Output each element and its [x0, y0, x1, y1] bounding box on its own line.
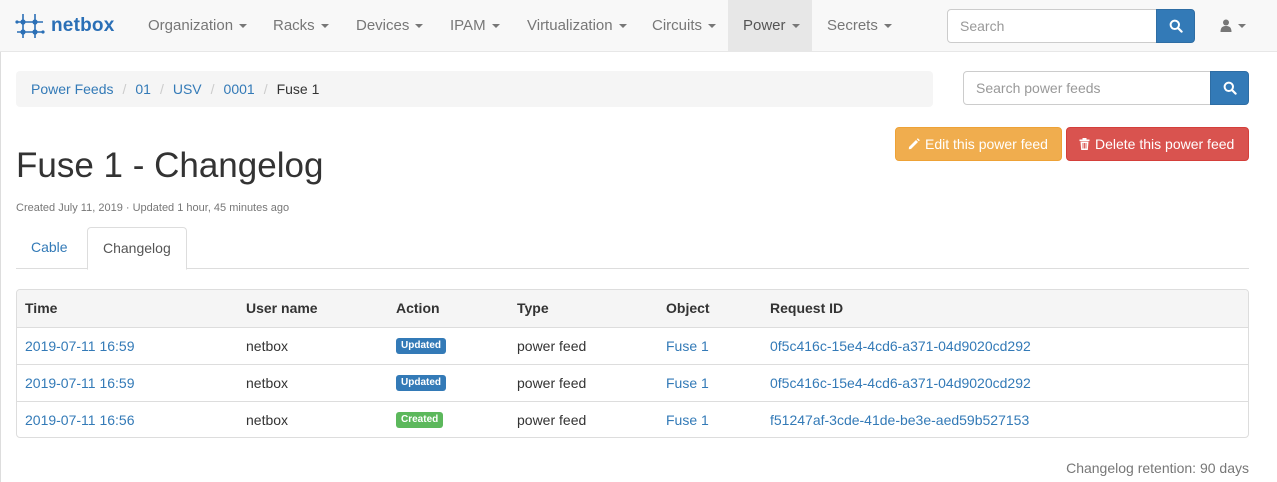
breadcrumb-panel[interactable]: USV — [173, 81, 202, 97]
table-header-row: Time User name Action Type Object Reques… — [17, 290, 1248, 328]
user-name-cell: netbox — [238, 400, 388, 437]
breadcrumb-separator: / — [210, 81, 215, 97]
object-tabs: Cable Changelog — [16, 227, 1249, 270]
object-link[interactable]: Fuse 1 — [666, 338, 709, 354]
action-badge: Updated — [396, 375, 446, 392]
breadcrumb-rack[interactable]: 0001 — [224, 81, 255, 97]
top-navbar: netbox Organization Racks Devices IPAM V… — [0, 0, 1277, 52]
delete-button-label: Delete this power feed — [1095, 136, 1235, 152]
breadcrumb-separator: / — [159, 81, 164, 97]
table-row: 2019-07-11 16:59 netbox Updated power fe… — [17, 363, 1248, 401]
nav-devices[interactable]: Devices — [341, 0, 438, 51]
change-time-link[interactable]: 2019-07-11 16:59 — [25, 338, 135, 354]
breadcrumb-current: Fuse 1 — [276, 81, 320, 97]
column-header-user: User name — [238, 290, 388, 328]
power-feed-search-input[interactable] — [963, 71, 1211, 105]
global-search-input[interactable] — [947, 9, 1157, 43]
object-type-cell: power feed — [509, 400, 658, 437]
netbox-logo-icon — [15, 14, 45, 38]
nav-label: IPAM — [450, 17, 486, 34]
delete-power-feed-button[interactable]: Delete this power feed — [1066, 127, 1249, 161]
changelog-table: Time User name Action Type Object Reques… — [17, 290, 1248, 437]
changelog-retention-note: Changelog retention: 90 days — [1066, 460, 1249, 476]
object-type-cell: power feed — [509, 363, 658, 401]
caret-down-icon — [791, 24, 800, 29]
caret-down-icon — [708, 24, 717, 29]
user-name-cell: netbox — [238, 363, 388, 401]
created-updated-meta: Created July 11, 2019 · Updated 1 hour, … — [16, 202, 290, 214]
object-link[interactable]: Fuse 1 — [666, 412, 709, 428]
nav-label: Circuits — [652, 17, 703, 34]
caret-down-icon — [618, 24, 627, 29]
power-feed-search — [963, 71, 1249, 105]
request-id-link[interactable]: f51247af-3cde-41de-be3e-aed59b527153 — [770, 412, 1029, 428]
object-type-cell: power feed — [517, 337, 587, 354]
column-header-type: Type — [509, 290, 658, 328]
nav-organization[interactable]: Organization — [133, 0, 262, 51]
action-badge: Updated — [396, 338, 446, 355]
breadcrumb-power-feeds[interactable]: Power Feeds — [31, 81, 113, 97]
nav-racks[interactable]: Racks — [258, 0, 344, 51]
column-header-time: Time — [17, 290, 238, 328]
tab-changelog[interactable]: Changelog — [87, 227, 187, 270]
nav-label: Secrets — [827, 17, 878, 34]
column-header-request-id: Request ID — [762, 290, 1248, 328]
pencil-icon — [908, 138, 920, 150]
column-header-action: Action — [388, 290, 509, 328]
breadcrumb: Power Feeds / 01 / USV / 0001 / Fuse 1 — [16, 71, 933, 107]
search-icon — [1223, 81, 1237, 95]
caret-down-icon — [320, 24, 329, 29]
caret-down-icon — [415, 24, 424, 29]
nav-secrets[interactable]: Secrets — [812, 0, 907, 51]
tab-cable[interactable]: Cable — [16, 227, 83, 269]
object-link[interactable]: Fuse 1 — [666, 375, 709, 391]
user-menu[interactable] — [1220, 0, 1246, 51]
breadcrumb-site[interactable]: 01 — [135, 81, 151, 97]
caret-down-icon — [491, 24, 500, 29]
edit-power-feed-button[interactable]: Edit this power feed — [895, 127, 1062, 161]
brand-name: netbox — [51, 15, 115, 36]
user-icon — [1220, 19, 1232, 32]
global-search-button[interactable] — [1156, 9, 1195, 43]
request-id-link[interactable]: 0f5c416c-15e4-4cd6-a371-04d9020cd292 — [770, 338, 1031, 354]
nav-circuits[interactable]: Circuits — [637, 0, 731, 51]
change-time-link[interactable]: 2019-07-11 16:59 — [25, 375, 135, 391]
brand-logo[interactable]: netbox — [14, 12, 114, 40]
breadcrumb-separator: / — [263, 81, 268, 97]
column-header-object: Object — [658, 290, 762, 328]
breadcrumb-separator: / — [122, 81, 127, 97]
nav-ipam[interactable]: IPAM — [435, 0, 515, 51]
nav-label: Devices — [356, 17, 410, 34]
nav-label: Power — [743, 17, 786, 34]
nav-power[interactable]: Power — [728, 0, 812, 51]
table-row: 2019-07-11 16:59 netbox Updated power fe… — [17, 327, 1248, 364]
search-icon — [1169, 19, 1183, 33]
caret-down-icon — [883, 24, 892, 29]
user-name-cell: netbox — [246, 337, 289, 354]
global-search — [947, 9, 1195, 43]
trash-icon — [1079, 138, 1090, 150]
caret-down-icon — [1238, 23, 1246, 28]
caret-down-icon — [239, 24, 248, 29]
power-feed-search-button[interactable] — [1210, 71, 1249, 105]
nav-label: Virtualization — [527, 17, 613, 34]
table-row: 2019-07-11 16:56 netbox Created power fe… — [17, 400, 1248, 437]
nav-label: Organization — [148, 17, 234, 34]
page-border — [0, 52, 1, 482]
action-badge: Created — [396, 412, 444, 429]
edit-button-label: Edit this power feed — [925, 136, 1048, 152]
change-time-link[interactable]: 2019-07-11 16:56 — [25, 412, 135, 428]
nav-label: Racks — [273, 17, 315, 34]
request-id-link[interactable]: 0f5c416c-15e4-4cd6-a371-04d9020cd292 — [770, 375, 1031, 391]
page-title: Fuse 1 - Changelog — [16, 146, 324, 185]
changelog-panel: Time User name Action Type Object Reques… — [16, 289, 1249, 438]
nav-virtualization[interactable]: Virtualization — [512, 0, 642, 51]
